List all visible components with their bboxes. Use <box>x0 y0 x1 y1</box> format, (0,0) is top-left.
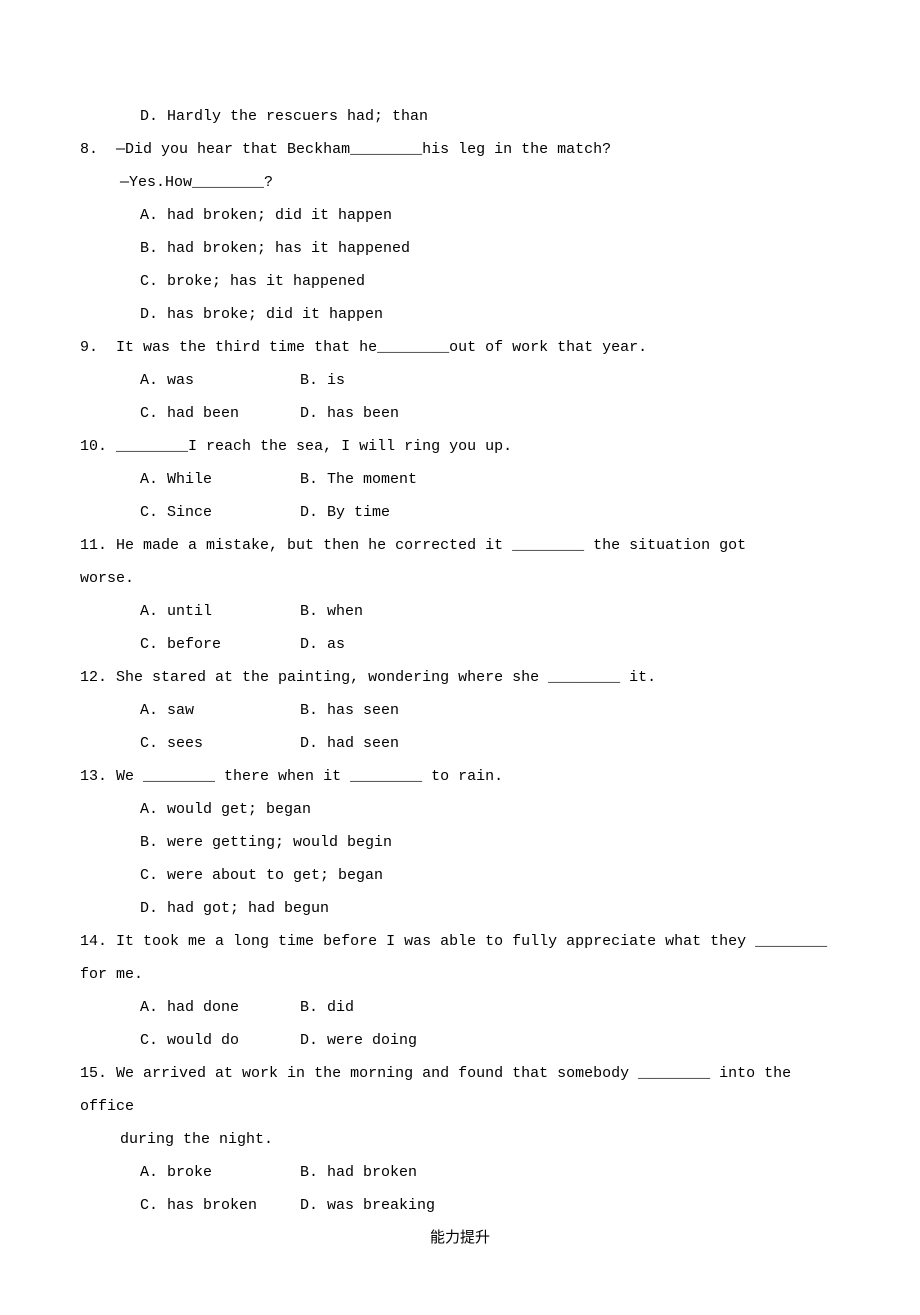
q14-options-row1: A. had doneB. did <box>80 991 840 1024</box>
q11-option-a: A. until <box>140 595 300 628</box>
q13-option-d: D. had got; had begun <box>80 892 840 925</box>
q15-stem-line1: 15. We arrived at work in the morning an… <box>80 1057 840 1123</box>
q14-stem-line1: 14. It took me a long time before I was … <box>80 925 840 958</box>
q7-option-d: D. Hardly the rescuers had; than <box>80 100 840 133</box>
q10-number: 10. <box>80 438 107 455</box>
q10-stem: ________I reach the sea, I will ring you… <box>116 438 512 455</box>
q14-number: 14. <box>80 933 107 950</box>
q8-option-a: A. had broken; did it happen <box>80 199 840 232</box>
q8-number: 8. <box>80 141 98 158</box>
q9-option-c: C. had been <box>140 397 300 430</box>
q8-stem1: —Did you hear that Beckham________his le… <box>116 141 611 158</box>
q12-number: 12. <box>80 669 107 686</box>
q15-option-c: C. has broken <box>140 1189 300 1222</box>
q14-option-d: D. were doing <box>300 1024 417 1057</box>
q13-option-b: B. were getting; would begin <box>80 826 840 859</box>
q9-stem-line: 9. It was the third time that he________… <box>80 331 840 364</box>
q12-stem-line: 12. She stared at the painting, wonderin… <box>80 661 840 694</box>
q10-option-b: B. The moment <box>300 463 417 496</box>
q9-number: 9. <box>80 339 98 356</box>
q15-options-row1: A. brokeB. had broken <box>80 1156 840 1189</box>
q9-options-row1: A. wasB. is <box>80 364 840 397</box>
q12-options-row2: C. seesD. had seen <box>80 727 840 760</box>
q12-option-b: B. has seen <box>300 694 399 727</box>
q8-stem-line2: —Yes.How________? <box>80 166 840 199</box>
q9-option-b: B. is <box>300 364 345 397</box>
q11-stem-line1: 11. He made a mistake, but then he corre… <box>80 529 840 562</box>
q10-option-a: A. While <box>140 463 300 496</box>
q14-option-b: B. did <box>300 991 354 1024</box>
q11-options-row2: C. beforeD. as <box>80 628 840 661</box>
q11-option-c: C. before <box>140 628 300 661</box>
q11-option-b: B. when <box>300 595 363 628</box>
q13-option-a: A. would get; began <box>80 793 840 826</box>
q12-option-d: D. had seen <box>300 727 399 760</box>
q8-stem-line1: 8. —Did you hear that Beckham________his… <box>80 133 840 166</box>
q14-stem1: It took me a long time before I was able… <box>116 933 827 950</box>
q14-stem-line2: for me. <box>80 958 840 991</box>
q8-option-b: B. had broken; has it happened <box>80 232 840 265</box>
q15-stem1: We arrived at work in the morning and fo… <box>80 1065 791 1115</box>
q15-options-row2: C. has brokenD. was breaking <box>80 1189 840 1222</box>
q13-option-c: C. were about to get; began <box>80 859 840 892</box>
q12-option-a: A. saw <box>140 694 300 727</box>
q10-options-row1: A. WhileB. The moment <box>80 463 840 496</box>
q11-stem1: He made a mistake, but then he corrected… <box>116 537 746 554</box>
section-title: 能力提升 <box>80 1222 840 1255</box>
q15-number: 15. <box>80 1065 107 1082</box>
q10-option-c: C. Since <box>140 496 300 529</box>
q9-option-a: A. was <box>140 364 300 397</box>
q8-option-c: C. broke; has it happened <box>80 265 840 298</box>
q11-option-d: D. as <box>300 628 345 661</box>
q12-options-row1: A. sawB. has seen <box>80 694 840 727</box>
q9-stem: It was the third time that he________out… <box>116 339 647 356</box>
q15-stem-line2: during the night. <box>80 1123 840 1156</box>
q15-option-a: A. broke <box>140 1156 300 1189</box>
q15-option-b: B. had broken <box>300 1156 417 1189</box>
q13-number: 13. <box>80 768 107 785</box>
q12-option-c: C. sees <box>140 727 300 760</box>
q10-stem-line: 10. ________I reach the sea, I will ring… <box>80 430 840 463</box>
q13-stem: We ________ there when it ________ to ra… <box>116 768 503 785</box>
q14-options-row2: C. would doD. were doing <box>80 1024 840 1057</box>
q10-options-row2: C. SinceD. By time <box>80 496 840 529</box>
q15-option-d: D. was breaking <box>300 1189 435 1222</box>
q14-option-a: A. had done <box>140 991 300 1024</box>
q11-number: 11. <box>80 537 107 554</box>
q11-stem-line2: worse. <box>80 562 840 595</box>
q9-option-d: D. has been <box>300 397 399 430</box>
q12-stem: She stared at the painting, wondering wh… <box>116 669 656 686</box>
q14-option-c: C. would do <box>140 1024 300 1057</box>
q9-options-row2: C. had beenD. has been <box>80 397 840 430</box>
q11-options-row1: A. untilB. when <box>80 595 840 628</box>
exam-page: D. Hardly the rescuers had; than 8. —Did… <box>0 0 920 1315</box>
q10-option-d: D. By time <box>300 496 390 529</box>
q13-stem-line: 13. We ________ there when it ________ t… <box>80 760 840 793</box>
q8-option-d: D. has broke; did it happen <box>80 298 840 331</box>
